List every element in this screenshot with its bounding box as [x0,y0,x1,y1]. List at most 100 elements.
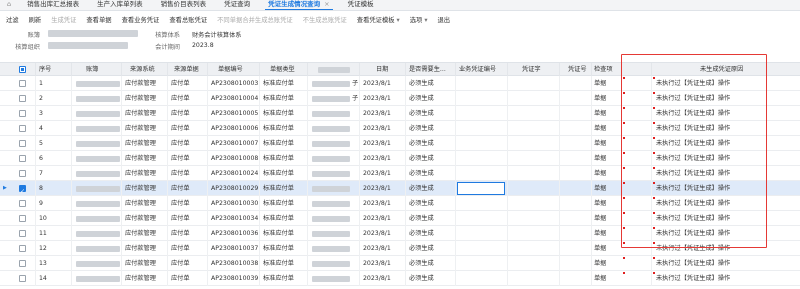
biz-voucher-number-cell[interactable] [456,211,508,226]
row-select-cell[interactable] [14,241,36,256]
blurred-cell [308,106,360,121]
date-cell: 2023/8/1 [360,181,406,196]
row-select-cell[interactable] [14,76,36,91]
biz-voucher-number-cell[interactable] [456,256,508,271]
row-checkbox[interactable] [19,245,26,252]
row-select-cell[interactable] [14,91,36,106]
tab-sales-price-list[interactable]: 销售价目表列表 [152,0,216,10]
row-select-cell[interactable] [14,226,36,241]
table-row[interactable]: 13 应付款管理 应付单 AP2308010038 标准应付单 2023/8/1 必须生成 单… [0,256,800,271]
header-seq[interactable]: 序号 [36,63,72,77]
view-document-button[interactable]: 查看单据 [86,15,111,24]
header-select-all[interactable] [14,63,36,77]
row-select-cell[interactable] [14,166,36,181]
view-business-voucher-button[interactable]: 查看业务凭证 [122,15,160,24]
biz-voucher-number-cell[interactable] [456,181,508,196]
biz-voucher-number-cell[interactable] [456,136,508,151]
doc-type-cell: 标准应付单 [260,211,308,226]
row-checkbox[interactable] [19,170,26,177]
voucher-word-cell [508,136,560,151]
biz-voucher-number-cell[interactable] [456,166,508,181]
header-source-system[interactable]: 来源系统 [122,63,168,77]
exit-button[interactable]: 退出 [437,15,450,24]
row-select-cell[interactable] [14,106,36,121]
header-biz-voucher-number[interactable]: 业务凭证编号 [456,63,508,77]
row-checkbox[interactable] [19,230,26,237]
tab-voucher-template[interactable]: 凭证模板 [339,0,383,10]
refresh-button[interactable]: 刷新 [29,15,42,24]
blurred-account-book [76,276,120,282]
accounting-org-field[interactable] [48,42,128,49]
tab-voucher-query[interactable]: 凭证查询 [215,0,259,10]
biz-voucher-number-cell[interactable] [456,271,508,286]
header-doc-type[interactable]: 单据类型 [260,63,308,77]
blurred-value [312,261,350,267]
biz-voucher-number-cell[interactable] [456,226,508,241]
header-blurred[interactable] [308,63,360,77]
account-book-cell [72,196,122,211]
account-book-cell [72,271,122,286]
blurred-account-book [76,156,120,162]
row-checkbox[interactable] [19,260,26,267]
tab-sales-outbound-summary[interactable]: 销售出库汇总报表 [18,0,88,10]
row-checkbox[interactable] [19,200,26,207]
biz-voucher-number-cell[interactable] [456,196,508,211]
blurred-cell [308,166,360,181]
row-checkbox[interactable] [19,215,26,222]
date-cell: 2023/8/1 [360,76,406,91]
need-generate-cell: 必须生成 [406,226,456,241]
row-checkbox[interactable] [19,110,26,117]
blurred-header-text [318,67,350,73]
header-need-generate[interactable]: 是否需要生... [406,63,456,77]
biz-voucher-number-cell[interactable] [456,241,508,256]
tab-production-inbound-list[interactable]: 生产入库单列表 [88,0,152,10]
row-checkbox[interactable] [19,80,26,87]
table-row[interactable]: 14 应付款管理 应付单 AP2308010039 标准应付单 2023/8/1 必须生成 单… [0,271,800,286]
source-system-cell: 应付款管理 [122,106,168,121]
account-book-field[interactable] [48,30,138,37]
biz-voucher-number-cell[interactable] [456,121,508,136]
row-checkbox[interactable] [19,155,26,162]
row-checkbox[interactable] [19,275,26,282]
header-voucher-number[interactable]: 凭证号 [560,63,592,77]
header-doc-number[interactable]: 单据编号 [208,63,260,77]
options-button[interactable]: 选项 ▾ [410,15,428,24]
row-select-cell[interactable] [14,256,36,271]
header-voucher-word[interactable]: 凭证字 [508,63,560,77]
generate-voucher-button[interactable]: 生成凭证 [51,15,76,24]
biz-voucher-number-input[interactable] [457,182,505,195]
blurred-cell [308,211,360,226]
no-merge-button[interactable]: 不同单据合并生成总账凭证 [217,15,293,24]
tab-home[interactable]: ⌂ [0,0,18,10]
row-select-cell[interactable] [14,121,36,136]
row-checkbox[interactable] [19,95,26,102]
view-gl-voucher-button[interactable]: 查看总账凭证 [169,15,207,24]
row-select-cell[interactable] [14,211,36,226]
row-select-cell[interactable] [14,136,36,151]
tab-voucher-generation-query[interactable]: 凭证生成情况查询 × [259,0,338,10]
biz-voucher-number-cell[interactable] [456,91,508,106]
close-icon[interactable]: × [324,0,329,8]
header-account-book[interactable]: 账簿 [72,63,122,77]
biz-voucher-number-cell[interactable] [456,106,508,121]
biz-voucher-number-cell[interactable] [456,151,508,166]
biz-voucher-number-cell[interactable] [456,76,508,91]
source-doc-cell: 应付单 [168,271,208,286]
accounting-system-value[interactable]: 财务会计核算体系 [192,30,242,39]
row-select-cell[interactable] [14,181,36,196]
header-source-doc[interactable]: 来源单据 [168,63,208,77]
header-date[interactable]: 日期 [360,63,406,77]
row-checkbox[interactable] [19,125,26,132]
no-generate-button[interactable]: 不生成总账凭证 [303,15,347,24]
row-checkbox[interactable] [19,140,26,147]
select-all-checkbox[interactable] [19,66,26,73]
accounting-period-value[interactable]: 2023.8 [192,42,214,49]
row-select-cell[interactable] [14,151,36,166]
view-template-button[interactable]: 查看凭证模板 ▾ [357,15,400,24]
row-select-cell[interactable] [14,271,36,286]
doc-number-cell: AP2308010006 [208,121,260,136]
row-checkbox[interactable] [19,184,26,196]
row-select-cell[interactable] [14,196,36,211]
source-system-cell: 应付款管理 [122,181,168,196]
filter-button[interactable]: 过滤 [6,15,19,24]
